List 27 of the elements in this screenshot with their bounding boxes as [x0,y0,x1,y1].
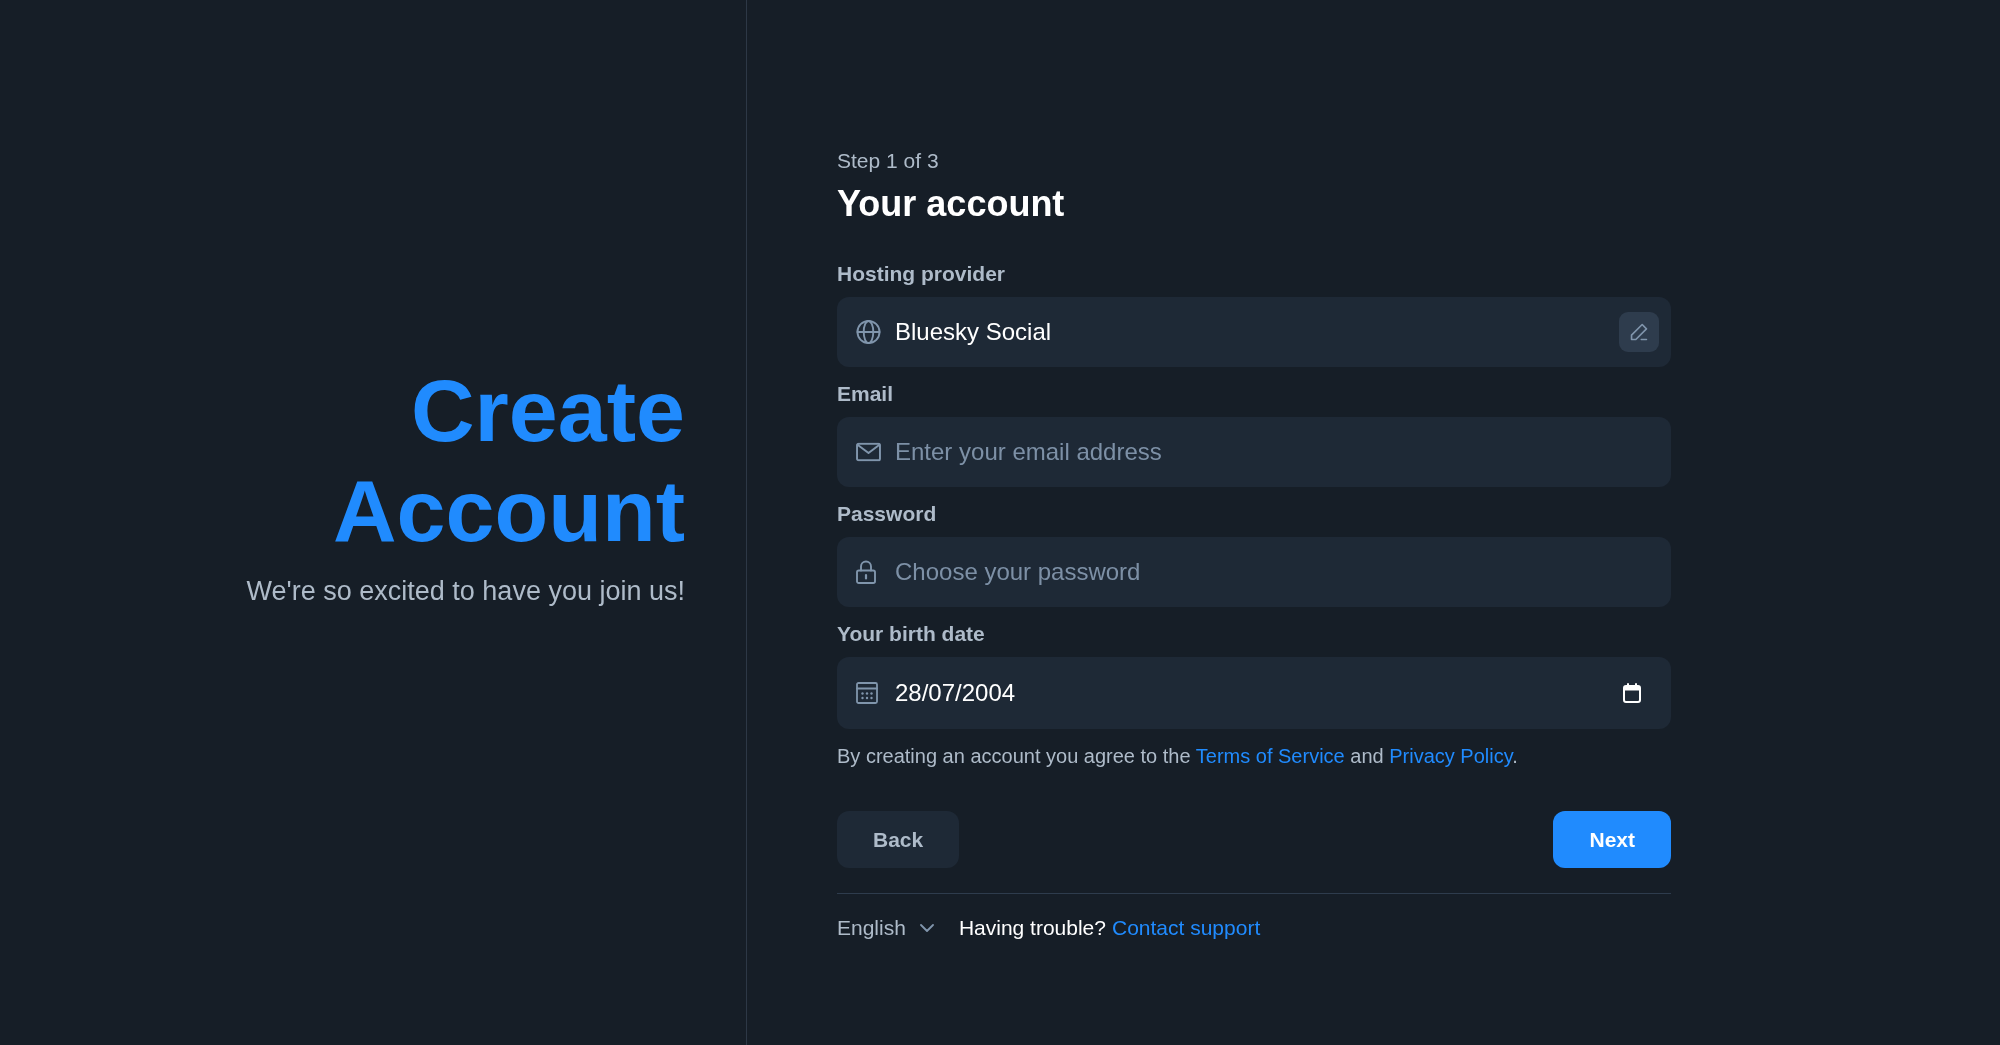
email-field[interactable]: Enter your email address [837,417,1671,487]
hero-subtitle: We're so excited to have you join us! [246,575,685,607]
pencil-icon [1629,322,1649,342]
back-button[interactable]: Back [837,811,960,868]
date-field[interactable]: 28/07/2004 [837,657,1671,729]
language-select[interactable]: English [837,914,934,942]
form-title: Your account [837,182,1066,226]
terms-text: By creating an account you agree to the Terms of Service and Privacy Policy. [837,744,1519,769]
contact-support-link[interactable]: Contact support [1112,914,1261,942]
help-text: Having trouble? [958,915,1106,941]
field-label: Hosting provider [837,261,1006,287]
policy-link[interactable]: Privacy Policy [1389,745,1513,767]
step-indicator: Step 1 of 3 [837,148,940,174]
password-field[interactable]: Choose your password [837,537,1671,607]
field-label: Password [837,501,938,527]
field-label: Email [837,381,895,407]
edit-button[interactable] [1619,312,1659,352]
mail-icon [856,442,881,462]
chevron-down-icon [919,924,934,932]
page-heading: Create Account [333,361,685,561]
calendar-icon [856,682,878,704]
field-label: Your birth date [837,621,986,647]
lock-icon [856,560,876,584]
policy-link[interactable]: Terms of Service [1195,745,1345,767]
globe-icon [856,319,881,345]
calendar-icon [1623,683,1641,703]
provider-field[interactable]: Bluesky Social [837,297,1671,367]
